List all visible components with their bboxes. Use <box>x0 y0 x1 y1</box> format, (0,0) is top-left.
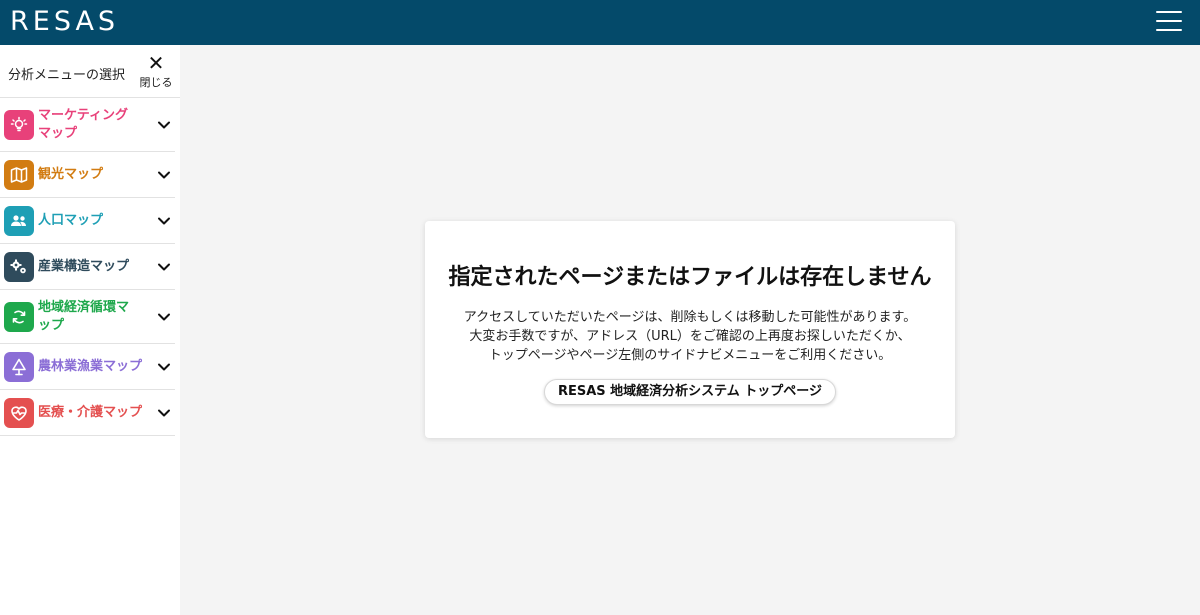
sidebar-item-label: 農林業漁業マップ <box>38 359 143 374</box>
not-found-card: 指定されたページまたはファイルは存在しません アクセスしていただいたページは、削… <box>425 221 955 438</box>
heart-pulse-icon <box>4 398 34 428</box>
recycle-icon <box>4 302 34 332</box>
error-message-line: トップページやページ左側のサイドナビメニューをご利用ください。 <box>488 348 892 363</box>
chevron-down-icon <box>158 217 170 225</box>
sidebar-item-label: 観光マップ <box>38 167 104 182</box>
error-message-line: 大変お手数ですが、アドレス（URL）をご確認の上再度お探しいただくか、 <box>469 329 911 344</box>
resas-logo[interactable]: RESAS <box>10 6 119 38</box>
app-header: RESAS <box>0 0 1200 45</box>
chevron-down-icon <box>158 409 170 417</box>
sidebar-item-label: 産業構造マップ <box>38 259 130 274</box>
close-icon: ✕ <box>147 51 165 75</box>
error-message: アクセスしていただいたページは、削除もしくは移動した可能性があります。 大変お手… <box>425 308 955 365</box>
top-page-link-button[interactable]: RESAS 地域経済分析システム トップページ <box>544 379 836 405</box>
analysis-menu-list: マーケティングマップ 観光マップ 人口マップ 産業構造マップ 地域経済循環マップ… <box>0 98 175 436</box>
chevron-down-icon <box>158 171 170 179</box>
gears-icon <box>4 252 34 282</box>
error-message-line: アクセスしていただいたページは、削除もしくは移動した可能性があります。 <box>463 310 917 325</box>
sidebar-title: 分析メニューの選択 <box>8 68 126 83</box>
analysis-menu-sidebar: 分析メニューの選択 ✕ 閉じる マーケティングマップ 観光マップ 人口マップ 産… <box>0 45 180 615</box>
tree-icon <box>4 352 34 382</box>
chevron-down-icon <box>158 263 170 271</box>
sidebar-item-regional-economy[interactable]: 地域経済循環マップ <box>0 290 175 344</box>
sidebar-item-tourism[interactable]: 観光マップ <box>0 152 175 198</box>
sidebar-item-label: 地域経済循環マップ <box>38 300 130 333</box>
lightbulb-icon <box>4 110 34 140</box>
error-title: 指定されたページまたはファイルは存在しません <box>448 265 932 290</box>
hamburger-menu-icon[interactable] <box>1156 11 1184 33</box>
chevron-down-icon <box>158 313 170 321</box>
sidebar-header: 分析メニューの選択 ✕ 閉じる <box>0 45 180 98</box>
sidebar-item-industry[interactable]: 産業構造マップ <box>0 244 175 290</box>
close-sidebar-button[interactable]: ✕ 閉じる <box>136 53 176 90</box>
sidebar-item-population[interactable]: 人口マップ <box>0 198 175 244</box>
sidebar-item-label: マーケティングマップ <box>38 108 128 141</box>
sidebar-item-label: 人口マップ <box>38 213 104 228</box>
people-icon <box>4 206 34 236</box>
sidebar-item-agriculture[interactable]: 農林業漁業マップ <box>0 344 175 390</box>
sidebar-item-marketing[interactable]: マーケティングマップ <box>0 98 175 152</box>
sidebar-item-label: 医療・介護マップ <box>38 405 143 420</box>
chevron-down-icon <box>158 363 170 371</box>
chevron-down-icon <box>158 121 170 129</box>
map-icon <box>4 160 34 190</box>
sidebar-item-medical-care[interactable]: 医療・介護マップ <box>0 390 175 436</box>
close-label: 閉じる <box>139 76 173 89</box>
